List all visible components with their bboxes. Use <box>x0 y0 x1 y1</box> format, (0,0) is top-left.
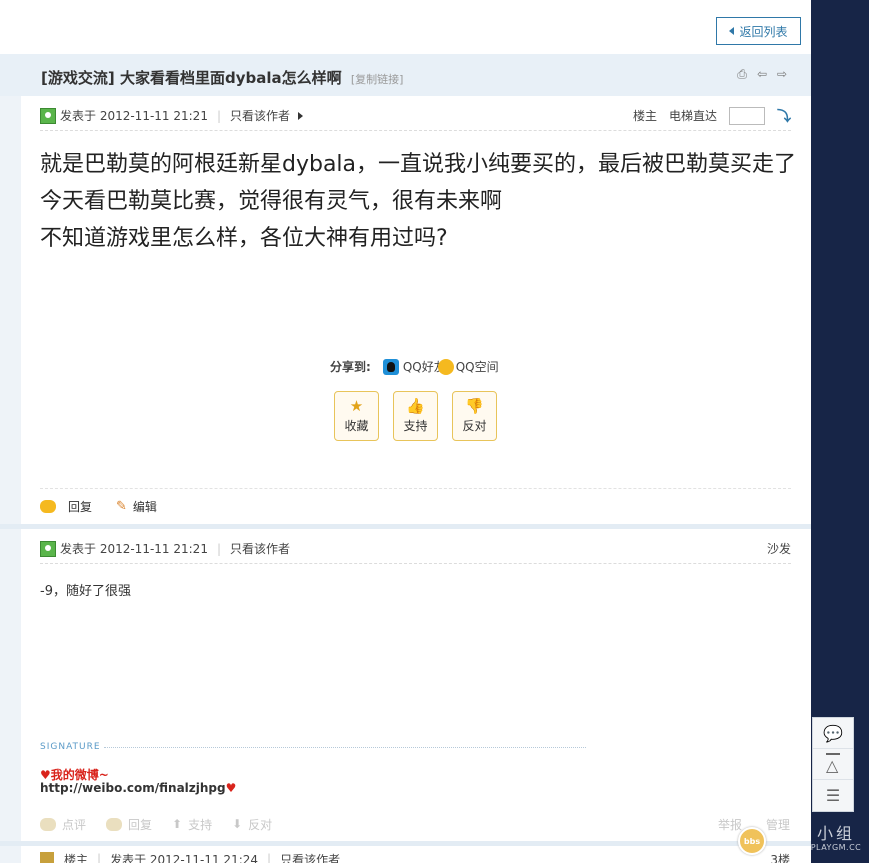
comment-icon <box>40 817 56 831</box>
content-line: 今天看巴勒莫比赛，觉得很有灵气，很有未来啊 <box>40 189 503 214</box>
signature-label: SIGNATURE <box>40 742 101 752</box>
back-to-list-button[interactable]: 返回列表 <box>716 17 801 45</box>
report-link[interactable]: 举报 <box>718 816 742 833</box>
support-label: 支持 <box>188 817 213 832</box>
list-icon[interactable]: ☰ <box>813 780 853 811</box>
comment-action[interactable]: 点评 <box>40 816 86 833</box>
back-to-top-icon[interactable]: △ <box>813 749 853 780</box>
post-time: 发表于 2012-11-11 21:21 <box>60 542 208 556</box>
post-content: 就是巴勒莫的阿根廷新星dybala，一直说我小纯要买的，最后被巴勒莫买走了 今天… <box>40 146 800 257</box>
manage-link[interactable]: 管理 <box>766 816 790 833</box>
oppose-label: 反对 <box>462 419 487 433</box>
star-icon: ★ <box>349 397 364 415</box>
back-to-list-label: 返回列表 <box>739 24 788 39</box>
floating-toolbar: 💬 △ ☰ <box>812 717 854 812</box>
qq-icon[interactable] <box>382 358 399 375</box>
post-time: 发表于 2012-11-11 21:21 <box>60 109 208 123</box>
post-time: 发表于 2012-11-11 21:24 <box>110 852 259 863</box>
reply-content: -9，随好了很强 <box>40 584 131 599</box>
user-icon[interactable] <box>40 107 56 124</box>
oppose-button[interactable]: 👎 反对 <box>452 391 497 441</box>
arrow-down-icon: ⬇ <box>232 817 243 831</box>
thread-header: [游戏交流] 大家看看档里面dybala怎么样啊 [复制链接] <box>0 54 811 96</box>
signature-url-text[interactable]: http://weibo.com/finalzjhpg <box>40 781 226 795</box>
support-label: 支持 <box>403 419 428 433</box>
content-line: 就是巴勒莫的阿根廷新星dybala，一直说我小纯要买的，最后被巴勒莫买走了 <box>40 152 797 177</box>
pencil-icon[interactable]: ✎ <box>116 499 127 514</box>
second-post-actions: 点评 回复 ⬆ 支持 ⬇ 反对 举报 管理 <box>40 815 790 833</box>
reply-bubble-icon[interactable] <box>40 500 56 513</box>
next-thread-icon[interactable]: ⇨ <box>775 67 789 81</box>
post-meta: 发表于 2012-11-11 21:21 | 只看该作者 沙发 <box>40 534 791 564</box>
author-only-link[interactable]: 只看该作者 <box>230 540 290 557</box>
floor-label[interactable]: 沙发 <box>767 540 791 557</box>
thumbs-down-icon: 👎 <box>465 397 484 415</box>
meta-separator: | <box>97 852 102 863</box>
author-only-link[interactable]: 只看该作者 <box>230 107 290 124</box>
user-icon[interactable] <box>40 540 56 557</box>
signature-rule <box>104 747 586 748</box>
post-actions: 回复 ✎ 编辑 <box>40 498 157 515</box>
favorite-button[interactable]: ★ 收藏 <box>334 391 379 441</box>
qzone-icon[interactable] <box>437 358 454 375</box>
jump-label: 电梯直达 <box>668 109 717 123</box>
meta-separator: | <box>216 541 221 556</box>
post-divider <box>0 841 811 846</box>
signature-url[interactable]: http://weibo.com/finalzjhpg♥ <box>40 781 236 795</box>
reply-action[interactable]: 回复 <box>106 816 152 833</box>
share-row: 分享到: QQ好友 QQ空间 <box>330 358 499 375</box>
content-line: 不知道游戏里怎么样，各位大神有用过吗? <box>40 226 448 251</box>
share-label: 分享到: <box>330 360 371 374</box>
thread-tools: ⎙ ⇦ ⇨ <box>735 67 789 81</box>
site-watermark: 小组 PLAYGM.CC <box>803 825 869 861</box>
favorite-label: 收藏 <box>344 419 369 433</box>
quick-reply-icon[interactable]: 💬 <box>813 718 853 749</box>
prev-thread-icon[interactable]: ⇦ <box>755 67 769 81</box>
share-qzone-link[interactable]: QQ空间 <box>456 358 499 375</box>
author-only-link[interactable]: 只看该作者 <box>280 852 340 863</box>
back-arrow-icon <box>729 27 735 35</box>
post-meta: 发表于 2012-11-11 21:21 | 只看该作者 楼主 电梯直达 ⤵ <box>40 101 791 131</box>
jump-floor-input[interactable] <box>729 106 765 125</box>
reply-label: 回复 <box>128 817 153 832</box>
print-icon[interactable]: ⎙ <box>735 67 749 81</box>
third-post-meta: 楼主 | 发表于 2012-11-11 21:24 | 只看该作者 3楼 <box>40 852 790 863</box>
copy-link[interactable]: [复制链接] <box>351 73 404 86</box>
meta-separator: | <box>216 108 221 123</box>
floor-label: 楼主 <box>632 109 657 123</box>
heart-icon: ♥ <box>225 781 237 795</box>
edit-link[interactable]: 编辑 <box>133 498 157 515</box>
user-icon[interactable] <box>40 852 54 863</box>
comment-label: 点评 <box>62 817 87 832</box>
jump-go-icon[interactable]: ⤵ <box>777 106 791 126</box>
support-button[interactable]: 👍 支持 <box>393 391 438 441</box>
floor-label[interactable]: 3楼 <box>770 852 790 863</box>
reply-link[interactable]: 回复 <box>68 498 92 515</box>
oppose-action[interactable]: ⬇ 反对 <box>232 816 272 833</box>
left-margin-strip <box>0 54 21 863</box>
arrow-up-icon: ⬆ <box>172 817 183 831</box>
meta-separator: | <box>267 852 272 863</box>
support-action[interactable]: ⬆ 支持 <box>172 816 212 833</box>
watermark-url: PLAYGM.CC <box>810 843 862 852</box>
thread-title: [游戏交流] 大家看看档里面dybala怎么样啊 [复制链接] <box>41 67 403 88</box>
actions-divider <box>40 488 791 489</box>
floor-short: 楼主 <box>64 852 89 863</box>
arrow-right-icon[interactable] <box>298 111 304 120</box>
thread-category[interactable]: [游戏交流] <box>41 69 115 87</box>
thread-title-text: 大家看看档里面dybala怎么样啊 <box>119 69 342 87</box>
watermark-logo: 小组 <box>816 824 855 843</box>
reply-bubble-icon <box>106 817 123 831</box>
mascot-icon[interactable]: bbs <box>738 827 766 855</box>
thumbs-up-icon: 👍 <box>406 397 425 415</box>
meta-right: 沙发 <box>767 540 791 557</box>
meta-right: 楼主 电梯直达 ⤵ <box>633 106 791 126</box>
oppose-label: 反对 <box>248 817 273 832</box>
